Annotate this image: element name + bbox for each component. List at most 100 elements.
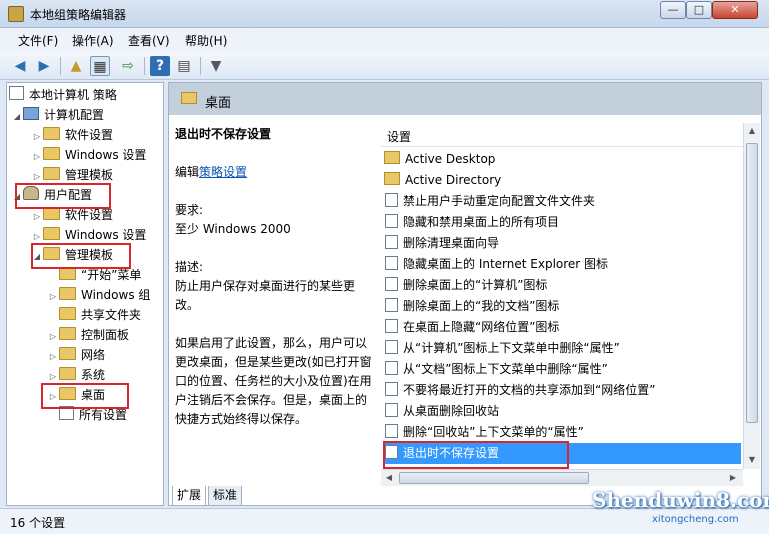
folder-icon — [43, 227, 60, 240]
vertical-scrollbar[interactable]: ▲ ▼ — [743, 123, 760, 469]
gpedit-app-icon — [8, 6, 24, 22]
list-item[interactable]: 从“计算机”图标上下文菜单中删除“属性” — [383, 338, 741, 359]
list-item[interactable]: 删除桌面上的“我的文档”图标 — [383, 296, 741, 317]
column-header-settings[interactable]: 设置 — [381, 123, 743, 147]
policy-setting-icon — [385, 319, 398, 333]
tree-windows-components[interactable]: ▷ Windows 组 — [47, 285, 150, 305]
list-item[interactable]: 禁止用户手动重定向配置文件文件夹 — [383, 191, 741, 212]
policy-setting-icon — [385, 361, 398, 375]
pane-header-title: 桌面 — [205, 96, 232, 111]
highlight-desktop — [41, 383, 129, 409]
policy-setting-icon — [385, 256, 398, 270]
close-button[interactable]: ✕ — [712, 1, 758, 19]
tree-computer-config[interactable]: ◢ 计算机配置 — [11, 105, 104, 125]
tree-label: 所有设置 — [79, 408, 128, 422]
list-item[interactable]: 不要将最近打开的文档的共享添加到“网络位置” — [383, 380, 741, 401]
expand-triangle-icon[interactable]: ▷ — [31, 127, 43, 147]
maximize-button[interactable]: □ — [686, 1, 712, 19]
tree-pane: 本地计算机 策略 ◢ 计算机配置 ▷ 软件设置 ▷ Windows 设置 ▷ 管理模板 … — [6, 82, 164, 506]
list-item[interactable]: 删除桌面上的“计算机”图标 — [383, 275, 741, 296]
help-icon[interactable]: ? — [150, 56, 170, 76]
list-item[interactable]: 在桌面上隐藏“网络位置”图标 — [383, 317, 741, 338]
tree-system[interactable]: ▷ 系统 — [47, 365, 105, 385]
scroll-right-icon[interactable]: ▶ — [725, 473, 741, 482]
highlight-user-config — [15, 183, 111, 209]
minimize-button[interactable]: — — [660, 1, 686, 19]
back-arrow-icon[interactable]: ◀ — [10, 56, 30, 76]
folder-icon — [59, 307, 76, 320]
tree-control-panel[interactable]: ▷ 控制面板 — [47, 325, 129, 345]
policy-setting-icon — [385, 298, 398, 312]
window-title: 本地组策略编辑器 — [30, 8, 127, 22]
show-hide-tree-icon[interactable]: ▦ — [90, 56, 110, 76]
expand-triangle-icon[interactable]: ▷ — [47, 327, 59, 347]
expand-triangle-icon[interactable]: ▷ — [47, 287, 59, 307]
vertical-scroll-thumb[interactable] — [746, 143, 758, 423]
list-item-label: 在桌面上隐藏“网络位置”图标 — [403, 320, 560, 334]
list-item[interactable]: Active Directory — [383, 170, 741, 191]
list-item[interactable]: 从“文档”图标上下文菜单中删除“属性” — [383, 359, 741, 380]
expand-triangle-icon[interactable]: ▷ — [31, 207, 43, 227]
status-text: 16 个设置 — [10, 516, 66, 530]
tree-label: Windows 组 — [81, 288, 151, 302]
scroll-left-icon[interactable]: ◀ — [381, 473, 397, 482]
menu-view[interactable]: 查看(V) — [128, 32, 170, 49]
folder-icon — [384, 172, 400, 185]
highlight-selected-setting — [383, 441, 569, 469]
list-item[interactable]: 删除清理桌面向导 — [383, 233, 741, 254]
folder-icon — [43, 167, 60, 180]
tree-software-settings[interactable]: ▷ 软件设置 — [31, 125, 113, 145]
horizontal-scrollbar[interactable]: ◀ ▶ — [381, 469, 743, 486]
list-item-label: 删除清理桌面向导 — [403, 236, 500, 250]
list-item[interactable]: 隐藏和禁用桌面上的所有项目 — [383, 212, 741, 233]
column-header-label: 设置 — [387, 130, 412, 144]
collapse-triangle-icon[interactable]: ◢ — [11, 107, 23, 127]
tree-network[interactable]: ▷ 网络 — [47, 345, 105, 365]
list-item[interactable]: 从桌面删除回收站 — [383, 401, 741, 422]
horizontal-scroll-thumb[interactable] — [399, 472, 589, 484]
expand-triangle-icon[interactable]: ▷ — [31, 147, 43, 167]
list-item-label: 不要将最近打开的文档的共享添加到“网络位置” — [403, 383, 656, 397]
tree-label: 计算机配置 — [44, 108, 105, 122]
edit-policy-link[interactable]: 策略设置 — [199, 165, 247, 179]
tree-label: 本地计算机 策略 — [29, 88, 117, 102]
description-label: 描述: — [175, 260, 204, 274]
list-item[interactable]: 隐藏桌面上的 Internet Explorer 图标 — [383, 254, 741, 275]
forward-arrow-icon[interactable]: ▶ — [34, 56, 54, 76]
tab-standard[interactable]: 标准 — [208, 486, 243, 506]
export-list-icon[interactable]: ⇨ — [118, 56, 138, 76]
tree-label: Windows 设置 — [65, 228, 147, 242]
edit-policy-line: 编辑策略设置 — [175, 163, 375, 182]
list-item-label: 从桌面删除回收站 — [403, 404, 500, 418]
filter-icon[interactable]: ▼ — [206, 56, 226, 76]
tree-label: 软件设置 — [65, 128, 114, 142]
list-item-label: 从“计算机”图标上下文菜单中删除“属性” — [403, 341, 620, 355]
properties-icon[interactable]: ▤ — [174, 56, 194, 76]
toolbar-separator — [60, 57, 61, 75]
requirements-value: 至少 Windows 2000 — [175, 222, 291, 236]
menu-file[interactable]: 文件(F) — [18, 32, 58, 49]
tree-admin-templates[interactable]: ▷ 管理模板 — [31, 165, 113, 185]
list-item[interactable]: 删除“回收站”上下文菜单的“属性” — [383, 422, 741, 443]
expand-triangle-icon[interactable]: ▷ — [47, 347, 59, 367]
scroll-down-icon[interactable]: ▼ — [744, 455, 760, 464]
tab-extended[interactable]: 扩展 — [172, 486, 207, 506]
scroll-up-icon[interactable]: ▲ — [744, 126, 760, 135]
up-folder-icon[interactable]: ▲ — [66, 56, 86, 76]
watermark-main: Shenduwin8.com — [592, 488, 769, 512]
list-item-label: 禁止用户手动重定向配置文件文件夹 — [403, 194, 596, 208]
folder-icon — [59, 287, 76, 300]
tree-shared-folders[interactable]: 共享文件夹 — [59, 305, 141, 325]
tree-label: “开始”菜单 — [81, 268, 142, 282]
menu-action[interactable]: 操作(A) — [72, 32, 114, 49]
tree-label: 网络 — [81, 348, 106, 362]
details-pane: 桌面 退出时不保存设置 编辑策略设置 要求: 至少 Windows 2000 描述… — [168, 82, 762, 506]
tree-windows-settings[interactable]: ▷ Windows 设置 — [31, 225, 146, 245]
menu-help[interactable]: 帮助(H) — [185, 32, 227, 49]
tree-root[interactable]: 本地计算机 策略 — [9, 85, 117, 105]
policy-setting-icon — [385, 403, 398, 417]
list-item-label: 删除“回收站”上下文菜单的“属性” — [403, 425, 584, 439]
tree-windows-settings[interactable]: ▷ Windows 设置 — [31, 145, 146, 165]
list-item[interactable]: Active Desktop — [383, 149, 741, 170]
folder-icon — [59, 367, 76, 380]
